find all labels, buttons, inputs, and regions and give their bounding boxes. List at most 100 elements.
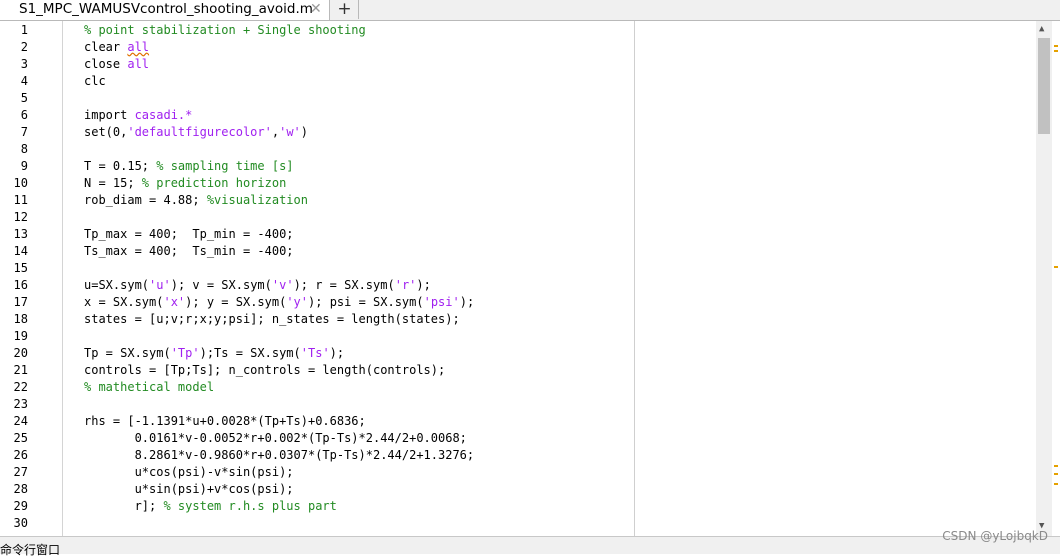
code-text: rhs = [-1.1391*u+0.0028*(Tp+Ts)+0.6836; — [84, 413, 366, 430]
code-line[interactable] — [63, 90, 1036, 107]
line-number: 22 — [13, 380, 28, 394]
code-line[interactable]: import casadi.* — [63, 107, 1036, 124]
warning-marker[interactable] — [1054, 465, 1058, 467]
new-tab-button[interactable]: + — [331, 0, 359, 19]
code-token: , — [271, 125, 280, 139]
file-tab-title: S1_MPC_WAMUSVcontrol_shooting_avoid.m — [19, 1, 313, 17]
code-line[interactable]: r]; % system r.h.s plus part — [63, 498, 1036, 515]
string-token: 'r' — [394, 278, 417, 292]
line-number: 2 — [20, 40, 28, 54]
code-text: % point stabilization + Single shooting — [84, 22, 366, 39]
code-line[interactable]: close all — [63, 56, 1036, 73]
code-text: controls = [Tp;Ts]; n_controls = length(… — [84, 362, 445, 379]
code-editor[interactable]: % point stabilization + Single shooting c… — [63, 21, 1036, 536]
scrollbar-thumb[interactable] — [1038, 38, 1050, 134]
code-token: controls = [Tp;Ts]; n_controls = length(… — [84, 363, 446, 377]
code-token: import — [84, 108, 135, 122]
warning-marker[interactable] — [1054, 45, 1058, 47]
code-line[interactable]: rob_diam = 4.88; %visualization — [63, 192, 1036, 209]
code-line[interactable]: % point stabilization + Single shooting — [63, 22, 1036, 39]
code-line[interactable]: u*cos(psi)-v*sin(psi); — [63, 464, 1036, 481]
code-line[interactable]: clc — [63, 73, 1036, 90]
code-token: rhs = [-1.1391*u+0.0028*(Tp+Ts)+0.6836; — [84, 414, 366, 428]
string-token: 'defaultfigurecolor' — [127, 125, 272, 139]
code-line[interactable]: set(0,'defaultfigurecolor','w') — [63, 124, 1036, 141]
code-line[interactable]: Ts_max = 400; Ts_min = -400; — [63, 243, 1036, 260]
code-text: clear all — [84, 39, 149, 56]
code-token: );Ts = SX.sym( — [199, 346, 301, 360]
line-number: 29 — [13, 499, 28, 513]
code-line[interactable] — [63, 141, 1036, 158]
code-text: close all — [84, 56, 149, 73]
warning-marker[interactable] — [1054, 50, 1058, 52]
code-token: r]; — [84, 499, 164, 513]
scroll-up-icon[interactable]: ▲ — [1039, 24, 1044, 34]
code-token: T = 0.15; — [84, 159, 157, 173]
warning-marker[interactable] — [1054, 473, 1058, 475]
code-text: 8.2861*v-0.9860*r+0.0307*(Tp-Ts)*2.44/2+… — [84, 447, 475, 464]
code-token: Ts_max = 400; Ts_min = -400; — [84, 244, 294, 258]
code-line[interactable]: x = SX.sym('x'); y = SX.sym('y'); psi = … — [63, 294, 1036, 311]
code-line[interactable]: controls = [Tp;Ts]; n_controls = length(… — [63, 362, 1036, 379]
code-line[interactable]: rhs = [-1.1391*u+0.0028*(Tp+Ts)+0.6836; — [63, 413, 1036, 430]
line-number: 9 — [20, 159, 28, 173]
code-token: u=SX.sym( — [84, 278, 150, 292]
code-line[interactable]: % mathetical model — [63, 379, 1036, 396]
code-line[interactable]: u*sin(psi)+v*cos(psi); — [63, 481, 1036, 498]
command-window-label: 命令行窗口 — [0, 543, 61, 557]
line-number: 20 — [13, 346, 28, 360]
code-token: u*sin(psi)+v*cos(psi); — [84, 482, 294, 496]
code-token: rob_diam = 4.88; — [84, 193, 207, 207]
line-number: 7 — [20, 125, 28, 139]
code-text: r]; % system r.h.s plus part — [84, 498, 337, 515]
code-line[interactable] — [63, 260, 1036, 277]
code-text: Tp = SX.sym('Tp');Ts = SX.sym('Ts'); — [84, 345, 344, 362]
code-line[interactable]: clear all — [63, 39, 1036, 56]
line-number: 4 — [20, 74, 28, 88]
command-window-bar[interactable]: 命令行窗口 — [0, 536, 1060, 557]
code-text: clc — [84, 73, 106, 90]
code-token: x = SX.sym( — [84, 295, 164, 309]
code-line[interactable]: N = 15; % prediction horizon — [63, 175, 1036, 192]
code-line[interactable]: Tp_max = 400; Tp_min = -400; — [63, 226, 1036, 243]
close-tab-icon[interactable]: ✕ — [310, 1, 322, 17]
line-number: 5 — [20, 91, 28, 105]
code-token: clear — [84, 40, 128, 54]
line-number: 28 — [13, 482, 28, 496]
code-line[interactable]: Tp = SX.sym('Tp');Ts = SX.sym('Ts'); — [63, 345, 1036, 362]
code-line[interactable] — [63, 328, 1036, 345]
code-line[interactable] — [63, 515, 1036, 532]
line-number: 17 — [13, 295, 28, 309]
line-number: 12 — [13, 210, 28, 224]
warning-marker[interactable] — [1054, 483, 1058, 485]
code-line[interactable] — [63, 396, 1036, 413]
code-line[interactable]: T = 0.15; % sampling time [s] — [63, 158, 1036, 175]
code-token: ); — [416, 278, 431, 292]
comment-token: % point stabilization + Single shooting — [84, 23, 366, 37]
string-token: 'Tp' — [170, 346, 200, 360]
code-token: Tp_max = 400; Tp_min = -400; — [84, 227, 294, 241]
code-line[interactable]: 0.0161*v-0.0052*r+0.002*(Tp-Ts)*2.44/2+0… — [63, 430, 1036, 447]
line-number: 8 — [20, 142, 28, 156]
string-token: casadi.* — [134, 108, 193, 122]
line-number: 15 — [13, 261, 28, 275]
comment-token: %visualization — [206, 193, 308, 207]
code-token: states = [u;v;r;x;y;psi]; n_states = len… — [84, 312, 460, 326]
code-line[interactable]: 8.2861*v-0.9860*r+0.0307*(Tp-Ts)*2.44/2+… — [63, 447, 1036, 464]
string-token: 'y' — [286, 295, 309, 309]
code-token: set(0, — [84, 125, 128, 139]
code-text: set(0,'defaultfigurecolor','w') — [84, 124, 308, 141]
line-number: 13 — [13, 227, 28, 241]
file-tab[interactable]: S1_MPC_WAMUSVcontrol_shooting_avoid.m ✕ — [0, 0, 330, 20]
string-token: 'w' — [279, 125, 301, 139]
vertical-scrollbar[interactable]: ▲ ▼ — [1036, 21, 1052, 536]
code-line[interactable] — [63, 209, 1036, 226]
code-text: u*sin(psi)+v*cos(psi); — [84, 481, 294, 498]
code-line[interactable]: states = [u;v;r;x;y;psi]; n_states = len… — [63, 311, 1036, 328]
code-line[interactable]: u=SX.sym('u'); v = SX.sym('v'); r = SX.s… — [63, 277, 1036, 294]
code-token: ); r = SX.sym( — [293, 278, 395, 292]
line-number: 24 — [13, 414, 28, 428]
line-number: 23 — [13, 397, 28, 411]
warning-marker[interactable] — [1054, 266, 1058, 268]
line-number: 25 — [13, 431, 28, 445]
